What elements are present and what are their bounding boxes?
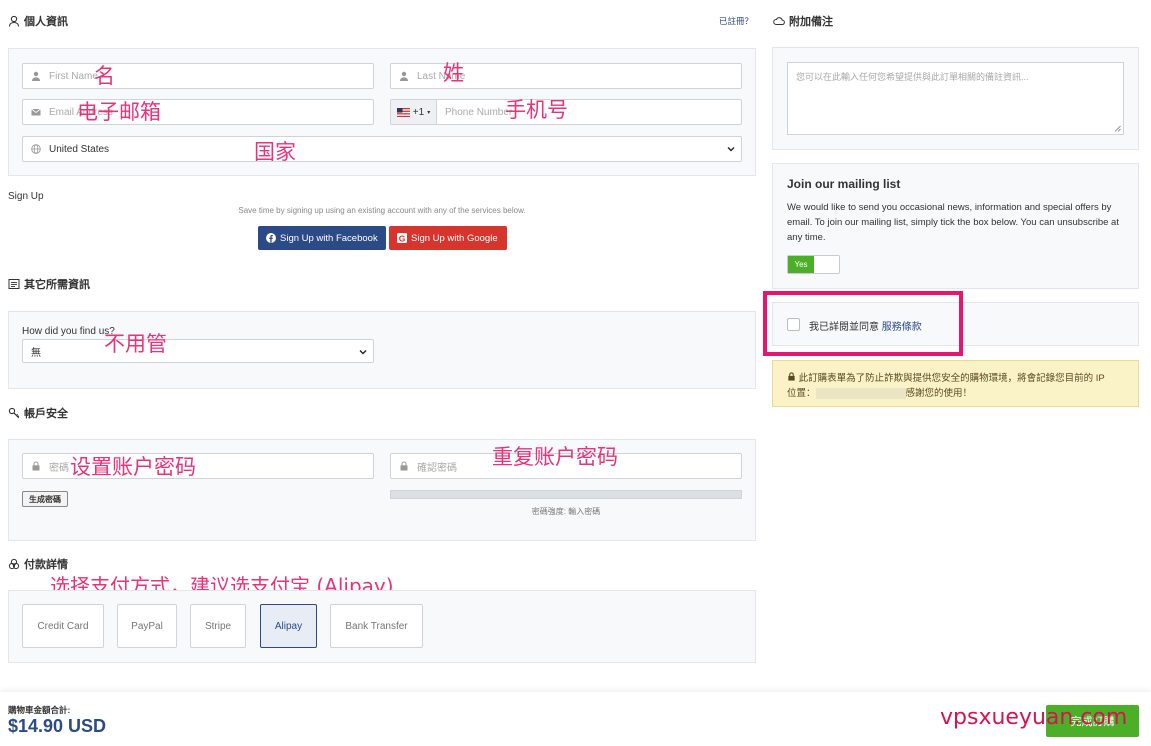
order-notes-textarea[interactable]: 您可以在此輸入任何您希望提供與此訂單相關的備註資訊... (787, 62, 1124, 135)
payment-method-alipay[interactable]: Alipay (260, 604, 317, 648)
country-select[interactable]: United States (22, 136, 742, 162)
mailing-list-toggle[interactable]: Yes (787, 255, 840, 274)
payment-icon (8, 558, 20, 570)
password-strength-bar (390, 490, 742, 499)
mailing-list-title: Join our mailing list (787, 177, 901, 191)
key-icon (8, 407, 20, 419)
cart-total-label: 購物車金額合計: (8, 705, 71, 715)
resize-handle-icon[interactable] (1114, 125, 1121, 132)
payment-method-bank-transfer[interactable]: Bank Transfer (330, 604, 423, 648)
envelope-icon (31, 108, 41, 116)
facebook-signup-button[interactable]: Sign Up with Facebook (258, 226, 386, 250)
email-field[interactable]: Email Address (22, 99, 374, 125)
annotation-password: 设置账户密码 (70, 455, 196, 479)
payment-method-paypal[interactable]: PayPal (117, 604, 177, 648)
us-flag-icon (396, 107, 410, 117)
annotation-find-us: 不用管 (104, 332, 167, 356)
additional-notes-heading: 附加備注 (773, 13, 833, 29)
chevron-down-icon (359, 350, 367, 355)
annotation-phone: 手机号 (505, 98, 568, 122)
svg-text:G: G (399, 233, 406, 243)
annotation-first-name: 名 (94, 64, 115, 88)
other-info-heading: 其它所需資訊 (8, 276, 90, 292)
facebook-icon (266, 233, 276, 243)
cart-total-value: $14.90 USD (8, 716, 107, 736)
login-link[interactable]: 已註冊？ (719, 15, 753, 27)
find-us-select[interactable]: 無 (22, 339, 374, 363)
lock-icon (400, 461, 408, 471)
lock-icon (32, 461, 40, 471)
user-icon (8, 15, 20, 27)
annotation-country: 国家 (254, 140, 296, 164)
annotation-email: 电子邮箱 (77, 100, 161, 124)
country-code-selector[interactable]: +1 ▾ (391, 100, 437, 124)
account-security-heading: 帳戶安全 (8, 405, 68, 421)
chevron-down-icon (727, 147, 735, 152)
find-us-label: How did you find us? (22, 326, 115, 337)
signup-description: Save time by signing up using an existin… (238, 206, 526, 215)
user-icon (32, 71, 40, 81)
lock-icon (788, 372, 795, 381)
payment-method-credit-card[interactable]: Credit Card (22, 604, 104, 648)
watermark: vpsxueyuan.com (940, 705, 1128, 730)
first-name-field[interactable]: First Name (22, 63, 374, 89)
security-notice: 此訂購表單為了防止詐欺與提供您安全的購物環境，將會記錄您目前的 IP 位置： 感謝… (772, 360, 1139, 407)
toggle-yes: Yes (788, 256, 814, 273)
terms-highlight-box (763, 291, 963, 356)
list-icon (8, 279, 20, 289)
mailing-list-description: We would like to send you occasional new… (787, 202, 1119, 243)
globe-icon (31, 144, 41, 154)
annotation-last-name: 姓 (443, 61, 464, 85)
google-signup-button[interactable]: G Sign Up with Google (389, 226, 507, 250)
google-icon: G (397, 233, 407, 243)
password-strength-text: 密碼強度: 輸入密碼 (531, 507, 601, 516)
payment-method-stripe[interactable]: Stripe (190, 604, 246, 648)
generate-password-button[interactable]: 生成密碼 (22, 491, 68, 507)
signup-label: Sign Up (8, 191, 44, 202)
ip-address-redacted (815, 387, 906, 399)
chevron-down-icon: ▾ (427, 109, 431, 116)
personal-info-heading: 個人資訊 (8, 13, 68, 29)
cloud-icon (773, 17, 785, 25)
user-icon (400, 71, 408, 81)
annotation-confirm-password: 重复账户密码 (492, 445, 618, 469)
